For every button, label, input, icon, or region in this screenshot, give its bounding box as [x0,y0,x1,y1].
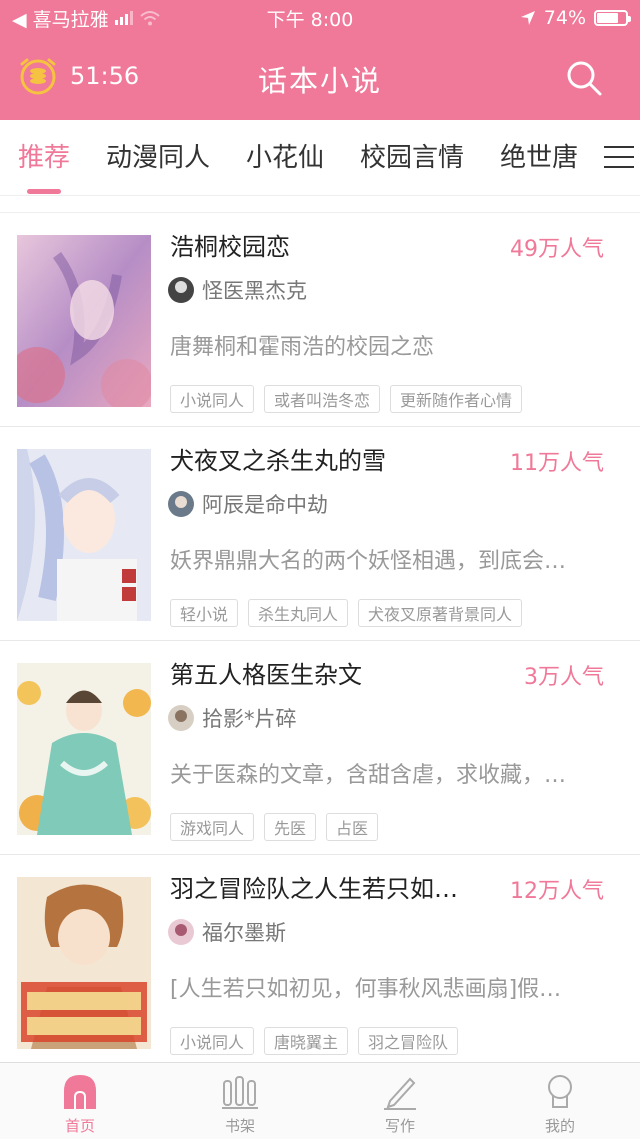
status-right: 74% [428,7,631,29]
tag[interactable]: 先医 [264,813,317,841]
tag[interactable]: 小说同人 [170,385,255,413]
book-cover-image[interactable] [17,235,151,407]
avatar [168,491,194,517]
nav-profile[interactable]: 我的 [480,1063,640,1139]
profile-icon [548,1075,572,1108]
tab-xiaohuaxian[interactable]: 小花仙 [228,120,342,195]
pen-icon [384,1077,416,1110]
category-tabs: 推荐 动漫同人 小花仙 校园言情 绝世唐 [0,120,640,196]
bottom-nav: 首页 书架 写作 我的 [0,1062,640,1139]
popularity-count: 3万人气 [524,665,604,690]
tag[interactable]: 羽之冒险队 [358,1027,459,1055]
book-description: 唐舞桐和霍雨浩的校园之恋 [170,335,435,360]
book-description: 关于医森的文章，含甜含虐，求收藏，… [170,763,567,788]
tag-list: 小说同人 唐晓翼主 羽之冒险队 [170,1027,459,1055]
author-name: 福尔墨斯 [202,921,286,945]
book-title[interactable]: 浩桐校园恋 [170,227,490,262]
avatar [168,705,194,731]
status-bar: ◀ 喜马拉雅 下午 8:00 74% [0,0,640,36]
avatar [168,277,194,303]
tag[interactable]: 更新随作者心情 [390,385,523,413]
tab-anime-fanfic[interactable]: 动漫同人 [88,120,228,195]
author-row[interactable]: 福尔墨斯 [168,917,286,947]
tag[interactable]: 小说同人 [170,1027,255,1055]
list-item[interactable]: 浩桐校园恋 49万人气 怪医黑杰克 唐舞桐和霍雨浩的校园之恋 小说同人 或者叫浩… [0,213,640,427]
tag-list: 轻小说 杀生丸同人 犬夜叉原著背景同人 [170,599,523,627]
nav-write[interactable]: 写作 [320,1063,480,1139]
tag[interactable]: 或者叫浩冬恋 [264,385,381,413]
list-item[interactable]: 第五人格医生杂文 3万人气 拾影*片碎 关于医森的文章，含甜含虐，求收藏，… 游… [0,641,640,855]
author-name: 怪医黑杰克 [202,279,307,303]
book-cover-image[interactable] [17,663,151,835]
list-item[interactable]: 犬夜叉之杀生丸的雪 11万人气 阿辰是命中劫 妖界鼎鼎大名的两个妖怪相遇，到底会… [0,427,640,641]
tag[interactable]: 犬夜叉原著背景同人 [358,599,523,627]
tab-campus-romance[interactable]: 校园言情 [342,120,482,195]
wifi-icon [139,11,160,26]
page-title: 话本小说 [257,64,382,98]
book-cover-image[interactable] [17,449,151,621]
book-description: [人生若只如初见，何事秋风悲画扇]假… [170,977,562,1002]
carrier-label: ◀ 喜马拉雅 [12,8,109,31]
tag[interactable]: 游戏同人 [170,813,255,841]
popularity-count: 11万人气 [510,451,604,476]
bookshelf-icon [222,1076,258,1109]
status-time: 下午 8:00 [266,8,354,31]
search-icon[interactable] [564,58,604,98]
tag[interactable]: 唐晓翼主 [264,1027,349,1055]
author-row[interactable]: 阿辰是命中劫 [168,489,328,519]
nav-home[interactable]: 首页 [0,1063,160,1139]
author-name: 阿辰是命中劫 [202,493,328,517]
tag-list: 小说同人 或者叫浩冬恋 更新随作者心情 [170,385,523,413]
location-icon [520,11,535,25]
home-icon [64,1075,96,1109]
tag-list: 游戏同人 先医 占医 [170,813,379,841]
app-header: 51:56 话本小说 [0,36,640,120]
avatar [168,919,194,945]
book-cover-image[interactable] [17,877,151,1049]
author-row[interactable]: 拾影*片碎 [168,703,297,733]
book-title[interactable]: 犬夜叉之杀生丸的雪 [170,441,490,476]
tabs-menu-icon[interactable] [600,146,634,168]
nav-bookshelf[interactable]: 书架 [160,1063,320,1139]
nav-home-label: 首页 [64,1117,95,1135]
popularity-count: 12万人气 [510,879,604,904]
book-list: 浩桐校园恋 49万人气 怪医黑杰克 唐舞桐和霍雨浩的校园之恋 小说同人 或者叫浩… [0,213,640,1069]
nav-bookshelf-label: 书架 [224,1117,255,1135]
tab-douluo[interactable]: 绝世唐 [482,120,596,195]
book-title[interactable]: 羽之冒险队之人生若只如… [170,869,490,904]
tag[interactable]: 杀生丸同人 [248,599,349,627]
list-item[interactable]: 羽之冒险队之人生若只如… 12万人气 福尔墨斯 [人生若只如初见，何事秋风悲画扇… [0,855,640,1069]
signal-icon [114,11,133,25]
nav-write-label: 写作 [384,1117,415,1135]
tag[interactable]: 占医 [326,813,379,841]
tab-recommend[interactable]: 推荐 [0,120,88,195]
book-title[interactable]: 第五人格医生杂文 [170,655,490,690]
battery-icon [594,10,631,26]
battery-percent: 74% [543,7,586,29]
popularity-count: 49万人气 [510,237,604,262]
nav-profile-label: 我的 [544,1117,575,1135]
book-description: 妖界鼎鼎大名的两个妖怪相遇，到底会… [170,549,567,574]
author-name: 拾影*片碎 [202,707,297,731]
author-row[interactable]: 怪医黑杰克 [168,275,307,305]
tag[interactable]: 轻小说 [170,599,239,627]
